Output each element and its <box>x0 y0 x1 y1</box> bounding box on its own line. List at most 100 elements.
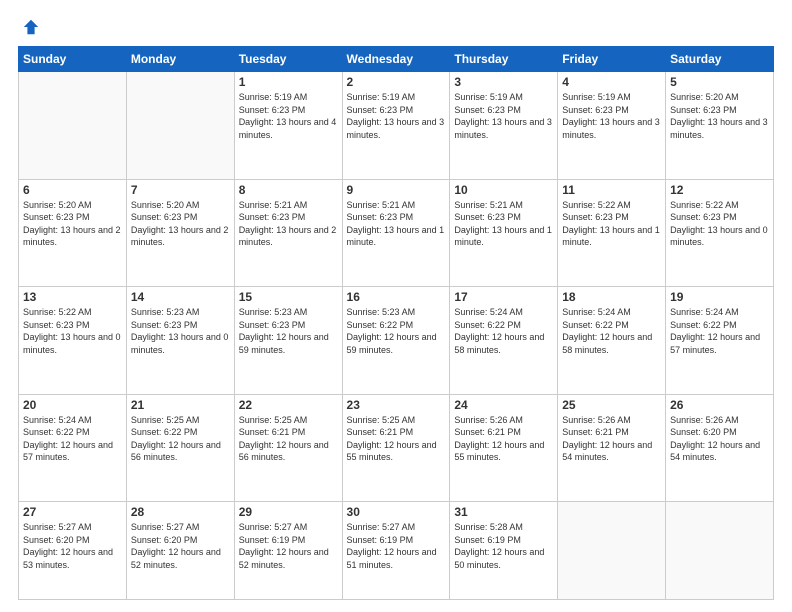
day-number: 5 <box>670 75 769 89</box>
calendar-cell: 12Sunrise: 5:22 AM Sunset: 6:23 PM Dayli… <box>666 179 774 287</box>
page: SundayMondayTuesdayWednesdayThursdayFrid… <box>0 0 792 612</box>
day-number: 25 <box>562 398 661 412</box>
day-number: 6 <box>23 183 122 197</box>
calendar-cell <box>666 502 774 600</box>
calendar-cell <box>19 72 127 180</box>
weekday-header-friday: Friday <box>558 47 666 72</box>
calendar-cell <box>558 502 666 600</box>
day-number: 7 <box>131 183 230 197</box>
day-number: 26 <box>670 398 769 412</box>
calendar-cell: 19 Sunrise: 5:24 AM Sunset: 6:22 PM Dayli… <box>666 287 774 395</box>
day-number: 15 <box>239 290 338 304</box>
day-number: 9 <box>347 183 446 197</box>
calendar-cell: 25 Sunrise: 5:26 AM Sunset: 6:21 PM Dayli… <box>558 394 666 502</box>
day-number: 13 <box>23 290 122 304</box>
day-info: Sunrise: 5:24 AM Sunset: 6:22 PM Dayligh… <box>23 414 122 464</box>
day-number: 19 <box>670 290 769 304</box>
calendar-cell: 6 Sunrise: 5:20 AM Sunset: 6:23 PM Daylig… <box>19 179 127 287</box>
weekday-header-saturday: Saturday <box>666 47 774 72</box>
calendar-cell <box>126 72 234 180</box>
calendar-week-3: 13 Sunrise: 5:22 AM Sunset: 6:23 PM Dayli… <box>19 287 774 395</box>
calendar-cell: 23Sunrise: 5:25 AM Sunset: 6:21 PM Dayli… <box>342 394 450 502</box>
weekday-header-wednesday: Wednesday <box>342 47 450 72</box>
day-info: Sunrise: 5:28 AM Sunset: 6:19 PM Dayligh… <box>454 521 553 571</box>
day-info: Sunrise: 5:24 AM Sunset: 6:22 PM Dayligh… <box>562 306 661 356</box>
day-number: 3 <box>454 75 553 89</box>
header <box>18 18 774 36</box>
calendar-cell: 5Sunrise: 5:20 AM Sunset: 6:23 PM Daylig… <box>666 72 774 180</box>
calendar-cell: 27 Sunrise: 5:27 AM Sunset: 6:20 PM Dayli… <box>19 502 127 600</box>
calendar-cell: 2 Sunrise: 5:19 AM Sunset: 6:23 PM Daylig… <box>342 72 450 180</box>
logo-icon <box>22 18 40 36</box>
day-number: 14 <box>131 290 230 304</box>
day-info: Sunrise: 5:24 AM Sunset: 6:22 PM Dayligh… <box>670 306 769 356</box>
day-info: Sunrise: 5:25 AM Sunset: 6:21 PM Dayligh… <box>347 414 446 464</box>
day-number: 29 <box>239 505 338 519</box>
day-number: 20 <box>23 398 122 412</box>
weekday-header-tuesday: Tuesday <box>234 47 342 72</box>
day-info: Sunrise: 5:25 AM Sunset: 6:22 PM Dayligh… <box>131 414 230 464</box>
day-info: Sunrise: 5:20 AM Sunset: 6:23 PM Dayligh… <box>131 199 230 249</box>
day-info: Sunrise: 5:27 AM Sunset: 6:19 PM Dayligh… <box>347 521 446 571</box>
calendar-cell: 18 Sunrise: 5:24 AM Sunset: 6:22 PM Dayli… <box>558 287 666 395</box>
day-info: Sunrise: 5:22 AM Sunset: 6:23 PM Dayligh… <box>562 199 661 249</box>
calendar-cell: 10 Sunrise: 5:21 AM Sunset: 6:23 PM Dayli… <box>450 179 558 287</box>
day-info: Sunrise: 5:27 AM Sunset: 6:20 PM Dayligh… <box>131 521 230 571</box>
day-number: 11 <box>562 183 661 197</box>
day-number: 24 <box>454 398 553 412</box>
day-info: Sunrise: 5:27 AM Sunset: 6:20 PM Dayligh… <box>23 521 122 571</box>
day-info: Sunrise: 5:26 AM Sunset: 6:20 PM Dayligh… <box>670 414 769 464</box>
day-number: 16 <box>347 290 446 304</box>
day-info: Sunrise: 5:21 AM Sunset: 6:23 PM Dayligh… <box>454 199 553 249</box>
logo <box>18 18 40 36</box>
calendar-cell: 8Sunrise: 5:21 AM Sunset: 6:23 PM Daylig… <box>234 179 342 287</box>
day-number: 1 <box>239 75 338 89</box>
calendar-cell: 15 Sunrise: 5:23 AM Sunset: 6:23 PM Dayli… <box>234 287 342 395</box>
day-info: Sunrise: 5:23 AM Sunset: 6:23 PM Dayligh… <box>131 306 230 356</box>
calendar-week-5: 27 Sunrise: 5:27 AM Sunset: 6:20 PM Dayli… <box>19 502 774 600</box>
day-number: 4 <box>562 75 661 89</box>
day-info: Sunrise: 5:24 AM Sunset: 6:22 PM Dayligh… <box>454 306 553 356</box>
day-info: Sunrise: 5:20 AM Sunset: 6:23 PM Dayligh… <box>23 199 122 249</box>
day-number: 21 <box>131 398 230 412</box>
calendar-cell: 9Sunrise: 5:21 AM Sunset: 6:23 PM Daylig… <box>342 179 450 287</box>
day-info: Sunrise: 5:19 AM Sunset: 6:23 PM Dayligh… <box>562 91 661 141</box>
day-number: 28 <box>131 505 230 519</box>
day-number: 10 <box>454 183 553 197</box>
calendar-cell: 3 Sunrise: 5:19 AM Sunset: 6:23 PM Daylig… <box>450 72 558 180</box>
calendar-cell: 29 Sunrise: 5:27 AM Sunset: 6:19 PM Dayli… <box>234 502 342 600</box>
day-info: Sunrise: 5:19 AM Sunset: 6:23 PM Dayligh… <box>347 91 446 141</box>
weekday-header-thursday: Thursday <box>450 47 558 72</box>
calendar-header-row: SundayMondayTuesdayWednesdayThursdayFrid… <box>19 47 774 72</box>
calendar-cell: 1 Sunrise: 5:19 AM Sunset: 6:23 PM Daylig… <box>234 72 342 180</box>
calendar-week-4: 20 Sunrise: 5:24 AM Sunset: 6:22 PM Dayli… <box>19 394 774 502</box>
calendar-table: SundayMondayTuesdayWednesdayThursdayFrid… <box>18 46 774 600</box>
calendar-cell: 30 Sunrise: 5:27 AM Sunset: 6:19 PM Dayli… <box>342 502 450 600</box>
calendar-cell: 31 Sunrise: 5:28 AM Sunset: 6:19 PM Dayli… <box>450 502 558 600</box>
day-number: 18 <box>562 290 661 304</box>
day-info: Sunrise: 5:25 AM Sunset: 6:21 PM Dayligh… <box>239 414 338 464</box>
calendar-cell: 28 Sunrise: 5:27 AM Sunset: 6:20 PM Dayli… <box>126 502 234 600</box>
day-number: 31 <box>454 505 553 519</box>
day-number: 22 <box>239 398 338 412</box>
calendar-cell: 16Sunrise: 5:23 AM Sunset: 6:22 PM Dayli… <box>342 287 450 395</box>
day-number: 2 <box>347 75 446 89</box>
day-number: 12 <box>670 183 769 197</box>
calendar-cell: 22 Sunrise: 5:25 AM Sunset: 6:21 PM Dayli… <box>234 394 342 502</box>
day-info: Sunrise: 5:19 AM Sunset: 6:23 PM Dayligh… <box>454 91 553 141</box>
day-info: Sunrise: 5:23 AM Sunset: 6:23 PM Dayligh… <box>239 306 338 356</box>
weekday-header-monday: Monday <box>126 47 234 72</box>
calendar-cell: 7 Sunrise: 5:20 AM Sunset: 6:23 PM Daylig… <box>126 179 234 287</box>
day-number: 8 <box>239 183 338 197</box>
day-info: Sunrise: 5:19 AM Sunset: 6:23 PM Dayligh… <box>239 91 338 141</box>
day-number: 30 <box>347 505 446 519</box>
calendar-week-1: 1 Sunrise: 5:19 AM Sunset: 6:23 PM Daylig… <box>19 72 774 180</box>
day-info: Sunrise: 5:27 AM Sunset: 6:19 PM Dayligh… <box>239 521 338 571</box>
calendar-cell: 21 Sunrise: 5:25 AM Sunset: 6:22 PM Dayli… <box>126 394 234 502</box>
day-number: 27 <box>23 505 122 519</box>
weekday-header-sunday: Sunday <box>19 47 127 72</box>
day-info: Sunrise: 5:22 AM Sunset: 6:23 PM Dayligh… <box>23 306 122 356</box>
day-info: Sunrise: 5:26 AM Sunset: 6:21 PM Dayligh… <box>562 414 661 464</box>
day-info: Sunrise: 5:26 AM Sunset: 6:21 PM Dayligh… <box>454 414 553 464</box>
calendar-cell: 17Sunrise: 5:24 AM Sunset: 6:22 PM Dayli… <box>450 287 558 395</box>
